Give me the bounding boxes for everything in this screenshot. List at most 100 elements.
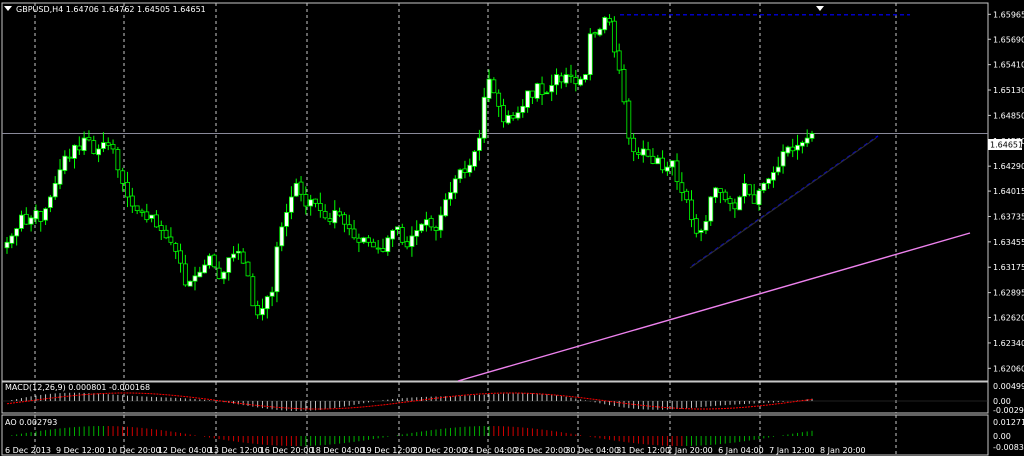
candle-body — [419, 223, 424, 232]
candle-body — [129, 195, 135, 207]
candle-body — [520, 105, 526, 113]
candle-body — [120, 170, 126, 184]
x-tick-label: 7 Jan 12:00 — [769, 446, 815, 455]
x-tick-label: 24 Dec 04:00 — [463, 446, 517, 455]
candles — [4, 14, 815, 321]
candle-body — [611, 20, 617, 53]
candle-body — [327, 218, 333, 222]
candle-body — [433, 226, 439, 231]
candle-body — [105, 142, 111, 146]
candle-body — [216, 267, 222, 279]
candle-body — [462, 168, 468, 173]
candle-body — [785, 146, 791, 154]
candle-body — [607, 18, 612, 23]
candle-body — [775, 166, 781, 173]
candle-body — [110, 143, 116, 150]
candle-body — [578, 78, 584, 86]
candle-body — [390, 230, 396, 240]
candle-body — [626, 100, 632, 139]
candle-body — [173, 243, 179, 252]
y-tick-label: 1.64850 — [993, 111, 1024, 120]
candle-body — [689, 199, 694, 221]
ao-tick-label: 0.012711 — [993, 418, 1024, 427]
x-tick-label: 16 Dec 20:00 — [260, 446, 314, 455]
candle-body — [476, 137, 482, 151]
long-trendline — [457, 232, 971, 382]
candle-body — [57, 169, 63, 185]
candle-body — [674, 160, 680, 182]
candle-body — [660, 157, 665, 171]
x-tick-label: 9 Dec 12:00 — [56, 446, 105, 455]
candle-body — [284, 211, 289, 227]
candle-body — [395, 226, 400, 230]
current-price-label: 1.64651 — [990, 141, 1023, 150]
candle-body — [245, 261, 251, 277]
candle-body — [91, 140, 97, 154]
candle-body — [655, 157, 661, 165]
y-tick-label: 1.65965 — [993, 10, 1024, 19]
candle-body — [640, 148, 646, 156]
candle-body — [168, 236, 174, 243]
candle-body — [530, 90, 535, 98]
candle-body — [679, 182, 685, 193]
candle-body — [510, 115, 516, 119]
trendlines[interactable] — [2, 14, 988, 382]
candle-body — [718, 188, 723, 193]
candle-body — [573, 76, 579, 85]
candle-body — [235, 250, 241, 254]
candle-body — [751, 194, 757, 204]
candle-body — [269, 291, 275, 297]
candle-body — [722, 191, 728, 201]
candle-body — [192, 275, 198, 282]
y-tick-label: 1.63735 — [993, 212, 1024, 221]
x-tick-label: 30 Dec 04:00 — [565, 446, 619, 455]
candle-body — [317, 203, 323, 211]
trading-chart[interactable]: 1.659651.656901.654101.651301.648501.645… — [0, 0, 1024, 456]
candle-body — [81, 137, 87, 151]
candle-body — [47, 196, 53, 208]
candle-body — [602, 17, 608, 31]
candle-body — [554, 74, 559, 86]
candle-body — [197, 271, 203, 278]
candle-body — [448, 192, 453, 200]
candle-body — [423, 219, 429, 226]
menu-triangle-icon[interactable] — [4, 6, 12, 11]
candle-body — [592, 32, 598, 35]
candle-body — [211, 254, 217, 268]
y-tick-label: 1.64015 — [993, 187, 1024, 196]
candle-body — [409, 235, 415, 247]
candle-body — [486, 78, 492, 99]
candle-body — [727, 198, 733, 204]
candle-body — [534, 83, 540, 99]
scroll-marker-icon[interactable] — [816, 6, 824, 11]
candle-body — [322, 211, 328, 219]
candle-body — [346, 224, 352, 230]
candle-body — [28, 217, 34, 225]
candle-body — [101, 142, 106, 149]
candle-body — [795, 144, 800, 151]
x-tick-label: 8 Jan 20:00 — [820, 446, 866, 455]
candle-body — [669, 160, 675, 168]
candle-body — [293, 182, 299, 197]
candle-body — [366, 237, 371, 243]
x-tick-label: 6 Dec 2013 — [5, 446, 51, 455]
candle-body — [790, 146, 796, 152]
x-tick-label: 19 Dec 12:00 — [362, 446, 416, 455]
candle-body — [544, 92, 550, 95]
candle-body — [621, 69, 627, 103]
candle-body — [761, 182, 767, 191]
candle-body — [737, 196, 743, 211]
candle-body — [472, 151, 477, 167]
candle-body — [732, 202, 738, 210]
candle-body — [144, 211, 150, 221]
candle-body — [631, 137, 637, 153]
candle-body — [650, 155, 656, 164]
candle-body — [154, 214, 159, 228]
chart-canvas[interactable]: 1.659651.656901.654101.651301.648501.645… — [0, 0, 1024, 456]
candle-body — [664, 166, 670, 172]
candle-body — [380, 248, 386, 252]
candle-body — [255, 305, 261, 316]
candle-body — [23, 213, 29, 225]
candle-body — [452, 178, 458, 194]
y-tick-label: 1.64290 — [993, 162, 1024, 171]
